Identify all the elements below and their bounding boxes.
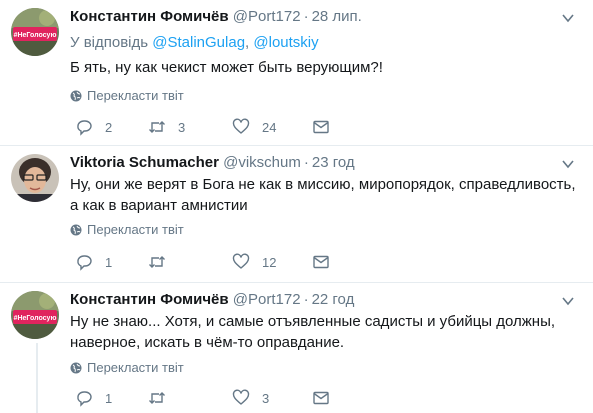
retweet-icon [149,256,165,268]
avatar-badge-text: #НеГолосую [14,32,57,39]
reply-button[interactable]: 1 [75,252,112,272]
like-icon [232,389,250,405]
tweet-time[interactable]: 23 год [312,154,355,171]
reply-icon [77,391,92,407]
separator-dot: · [303,8,309,25]
tweet-actions: 1 3 [70,388,340,408]
avatar[interactable]: #НеГолосую [11,8,59,56]
like-count: 12 [262,254,277,270]
translate-tweet-link[interactable]: Перекласти твіт [70,360,184,376]
translate-tweet-link[interactable]: Перекласти твіт [70,222,184,238]
tweet-text: Ну, они же верят в Бога не как в миссию,… [70,176,576,214]
like-button[interactable]: 24 [232,117,276,137]
reply-to-prefix: У відповідь [70,34,149,51]
retweet-count: 3 [178,119,186,135]
tweet-header: Константин Фомичёв @Port172 · 22 год [70,290,354,310]
translate-label: Перекласти твіт [87,360,184,375]
globe-icon [70,90,82,102]
retweet-icon [149,121,165,133]
translate-label: Перекласти твіт [87,88,184,103]
tweet-2[interactable]: Viktoria Schumacher @vikschum · 23 год Ну,… [0,146,593,282]
separator-dot: · [303,154,309,171]
author-name[interactable]: Константин Фомичёв [70,291,229,308]
avatar[interactable]: #НеГолосую [11,291,59,339]
tweet-text: Ну не знаю... Хотя, и самые отъявленные … [70,313,556,351]
tweet-3[interactable]: #НеГолосую Константин Фомичёв @Port172 · 2… [0,283,593,413]
retweet-icon [149,392,165,404]
reply-to-line: У відповідь @StalinGulag, @loutskiy [70,33,319,53]
like-icon [232,118,250,134]
message-icon [313,120,329,134]
like-count: 24 [262,119,277,135]
reply-to-user-2[interactable]: @loutskiy [253,34,318,51]
message-icon [313,391,329,405]
reply-count: 1 [105,254,113,270]
reply-count: 1 [105,390,113,406]
avatar-badge-text: #НеГолосую [14,315,57,322]
retweet-button[interactable] [148,252,178,272]
avatar-image: #НеГолосую [11,8,59,56]
tweet-time[interactable]: 28 лип. [312,8,362,25]
reply-count: 2 [105,119,113,135]
author-handle[interactable]: @Port172 [233,291,301,308]
globe-icon [70,362,82,374]
reply-to-separator: , [245,34,250,51]
reply-to-user-1[interactable]: @StalinGulag [152,34,245,51]
retweet-button[interactable]: 3 [148,117,185,137]
caret-down-icon[interactable] [561,294,575,308]
tweet-actions: 2 3 24 [70,117,340,137]
caret-down-icon[interactable] [561,157,575,171]
caret-down-icon[interactable] [561,11,575,25]
separator-dot: · [303,291,309,308]
reply-button[interactable]: 1 [75,388,112,408]
author-handle[interactable]: @vikschum [223,154,301,171]
author-handle[interactable]: @Port172 [233,8,301,25]
like-button[interactable]: 3 [232,388,269,408]
translate-tweet-link[interactable]: Перекласти твіт [70,88,184,104]
thread-line [36,343,38,413]
tweet-text: Б ять, ну как чекист может быть верующим… [70,59,383,76]
like-button[interactable]: 12 [232,252,276,272]
message-icon [313,255,329,269]
translate-label: Перекласти твіт [87,222,184,237]
tweet-time[interactable]: 22 год [312,291,355,308]
author-name[interactable]: Константин Фомичёв [70,8,229,25]
retweet-button[interactable] [148,388,178,408]
avatar-image: #НеГолосую [11,291,59,339]
avatar[interactable] [11,154,59,202]
tweet-header: Viktoria Schumacher @vikschum · 23 год [70,153,355,173]
reply-icon [77,120,92,136]
reply-button[interactable]: 2 [75,117,112,137]
tweet-actions: 1 12 [70,252,340,272]
author-name[interactable]: Viktoria Schumacher [70,154,219,171]
like-count: 3 [262,390,270,406]
like-icon [232,253,250,269]
tweet-1[interactable]: #НеГолосую Константин Фомичёв @Port172 · 2… [0,0,593,145]
tweet-header: Константин Фомичёв @Port172 · 28 лип. [70,7,362,27]
message-button[interactable] [312,388,330,408]
message-button[interactable] [312,252,330,272]
message-button[interactable] [312,117,330,137]
globe-icon [70,224,82,236]
reply-icon [77,255,92,271]
avatar-image [11,154,59,202]
